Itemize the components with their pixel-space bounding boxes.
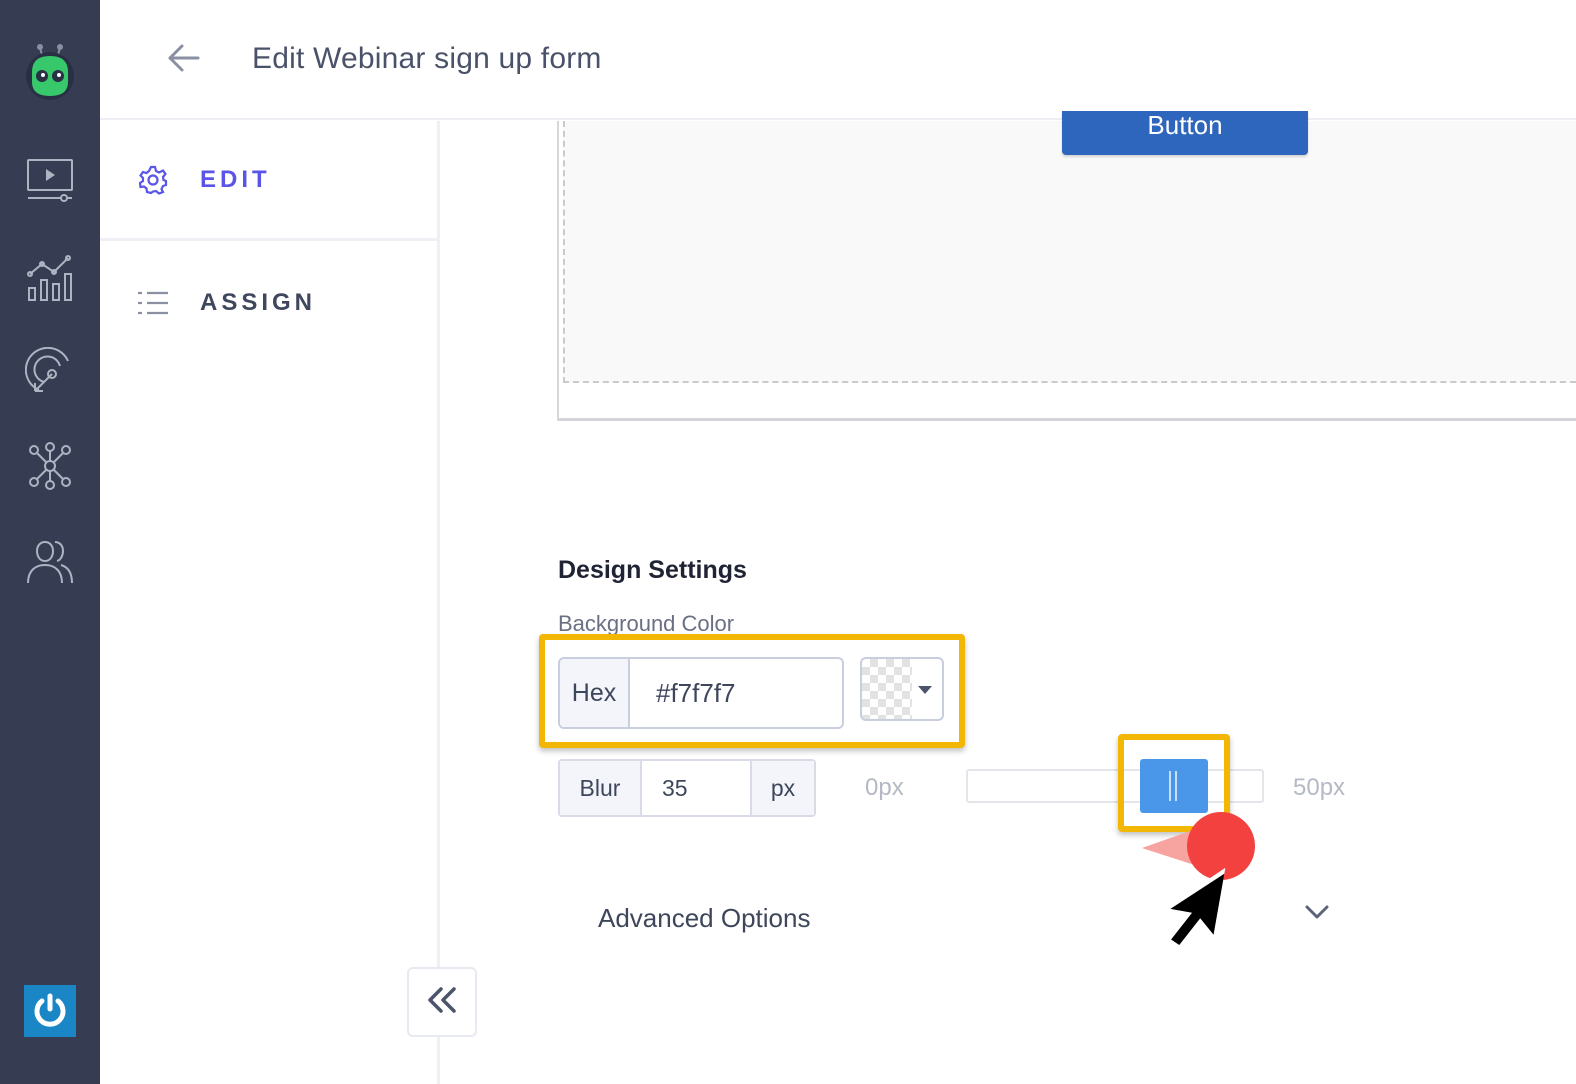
blur-slider-thumb[interactable] bbox=[1140, 759, 1208, 813]
form-preview-canvas[interactable] bbox=[563, 121, 1576, 383]
transparent-swatch bbox=[862, 659, 912, 719]
blur-input-group: Blur 35 px bbox=[558, 759, 816, 817]
tab-assign-label: ASSIGN bbox=[200, 289, 317, 316]
analytics-icon[interactable] bbox=[24, 252, 76, 304]
hex-color-input[interactable]: #f7f7f7 bbox=[630, 659, 842, 727]
video-icon[interactable] bbox=[24, 154, 76, 206]
double-chevron-left-icon bbox=[426, 984, 458, 1021]
design-settings-heading: Design Settings bbox=[558, 556, 747, 584]
chevron-down-icon[interactable] bbox=[1303, 902, 1331, 922]
target-icon[interactable] bbox=[24, 346, 76, 398]
gear-icon bbox=[138, 165, 168, 195]
form-preview: Button bbox=[557, 111, 1576, 421]
side-menu: EDIT ASSIGN bbox=[100, 121, 440, 1084]
power-icon[interactable] bbox=[24, 985, 76, 1037]
robot-logo-icon[interactable] bbox=[24, 42, 76, 102]
preview-submit-button[interactable]: Button bbox=[1062, 111, 1308, 155]
collapse-sidebar-button[interactable] bbox=[407, 967, 477, 1037]
list-icon bbox=[138, 288, 168, 318]
grip-icon bbox=[1169, 771, 1177, 801]
slider-max-label: 50px bbox=[1293, 774, 1346, 801]
tab-assign[interactable]: ASSIGN bbox=[100, 243, 440, 363]
page-header: Edit Webinar sign up form bbox=[100, 0, 1576, 120]
blur-addon: Blur bbox=[560, 761, 642, 815]
hex-addon: Hex bbox=[560, 659, 630, 727]
hex-color-input-group: Hex #f7f7f7 bbox=[558, 657, 844, 729]
click-indicator bbox=[1140, 808, 1260, 964]
tab-edit-label: EDIT bbox=[200, 165, 271, 193]
caret-down-icon bbox=[918, 686, 932, 694]
tab-edit[interactable]: EDIT bbox=[100, 121, 440, 241]
blur-slider-track[interactable] bbox=[966, 769, 1264, 803]
background-color-label: Background Color bbox=[558, 611, 735, 636]
app-rail bbox=[0, 0, 100, 1084]
network-icon[interactable] bbox=[24, 440, 76, 492]
page-title: Edit Webinar sign up form bbox=[252, 42, 602, 75]
blur-unit-addon: px bbox=[752, 761, 814, 815]
back-arrow-icon[interactable] bbox=[164, 40, 204, 76]
users-icon[interactable] bbox=[24, 536, 76, 588]
blur-value-input[interactable]: 35 bbox=[642, 761, 752, 815]
color-picker-dropdown[interactable] bbox=[860, 657, 944, 721]
preview-button-label: Button bbox=[1147, 111, 1223, 140]
slider-min-label: 0px bbox=[865, 774, 904, 801]
advanced-options-toggle[interactable]: Advanced Options bbox=[598, 903, 810, 934]
